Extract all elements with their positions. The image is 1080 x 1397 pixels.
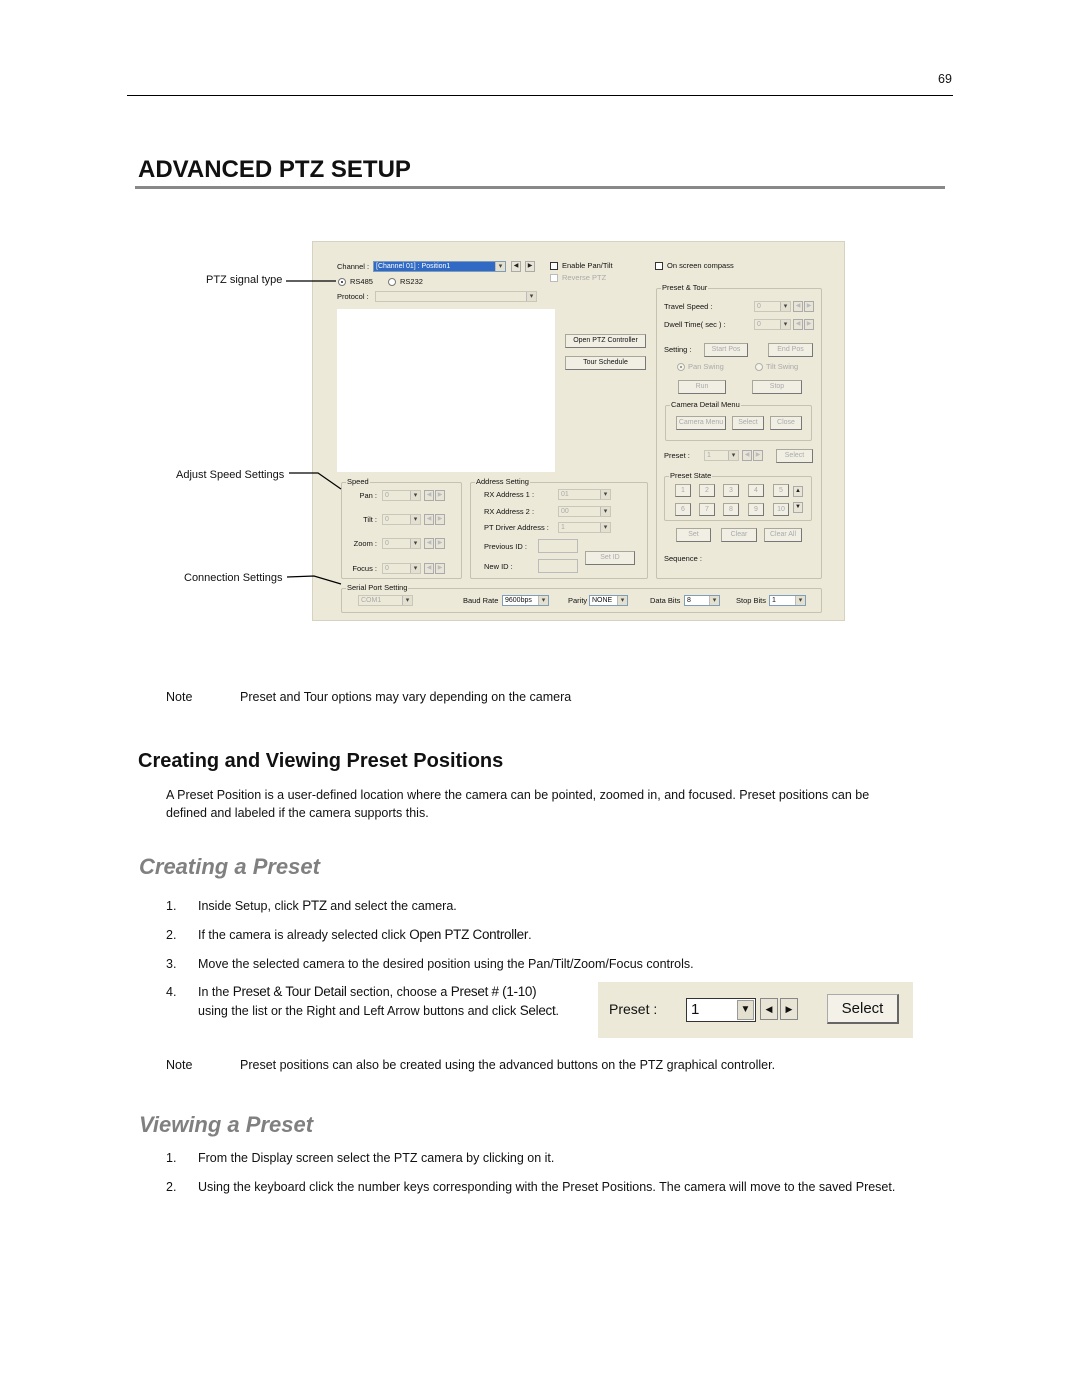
callout-lines [286, 280, 342, 585]
note-label: Note [166, 690, 193, 704]
intro-line-2: defined and labeled if the camera suppor… [166, 806, 429, 820]
note-text: Preset positions can also be created usi… [240, 1058, 776, 1072]
step-1: Inside Setup, click PTZ and select the c… [198, 898, 457, 913]
step-3: Move the selected camera to the desired … [198, 957, 694, 971]
step-4-line-2: using the list or the Right and Left Arr… [198, 1003, 559, 1018]
note-text: Preset and Tour options may vary dependi… [240, 690, 572, 704]
preset-widget-prev-button[interactable]: ◀ [760, 998, 778, 1020]
step-4-line-1: In the Preset & Tour Detail section, cho… [198, 984, 537, 999]
step-number: 2. [166, 928, 177, 942]
step-number: 1. [166, 1151, 177, 1165]
preset-widget-next-button[interactable]: ▶ [780, 998, 798, 1020]
preset-widget-label: Preset : [609, 1001, 658, 1017]
note-label: Note [166, 1058, 193, 1072]
step-2: If the camera is already selected click … [198, 927, 532, 942]
section-heading: Creating and Viewing Preset Positions [138, 750, 504, 772]
callout-line-speed [289, 472, 342, 490]
step-number: 1. [166, 899, 177, 913]
creating-heading: Creating a Preset [139, 854, 320, 879]
preset-widget: Preset : 1 ▼ ◀ ▶ Select [598, 982, 913, 1038]
viewing-heading: Viewing a Preset [139, 1112, 314, 1137]
intro-line-1: A Preset Position is a user-defined loca… [166, 788, 870, 802]
step-number: 2. [166, 1180, 177, 1194]
preset-widget-select-button[interactable]: Select [827, 994, 899, 1024]
callout-line-connection [286, 575, 342, 585]
view-step-2: Using the keyboard click the number keys… [198, 1180, 896, 1194]
chevron-down-icon[interactable]: ▼ [737, 1000, 754, 1020]
step-number: 3. [166, 957, 177, 971]
view-step-1: From the Display screen select the PTZ c… [198, 1151, 555, 1165]
step-number: 4. [166, 985, 177, 999]
